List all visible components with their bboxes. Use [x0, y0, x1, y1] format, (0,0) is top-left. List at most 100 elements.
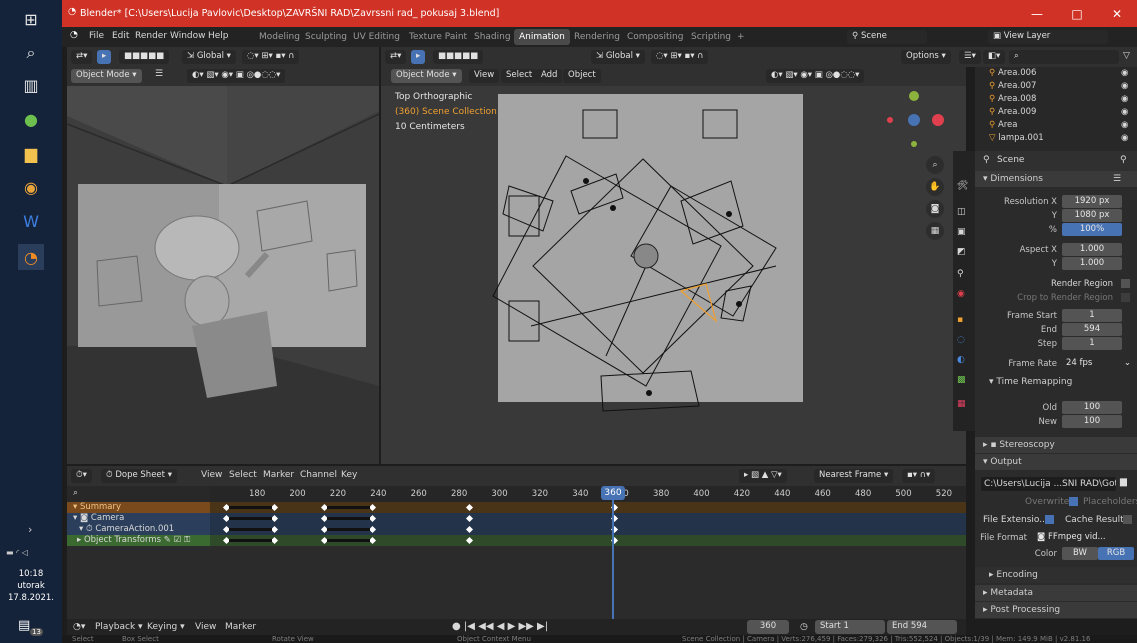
view-layer-tab-icon[interactable]: ◩: [957, 247, 966, 257]
menu-select[interactable]: Select: [501, 69, 538, 83]
cache-result-checkbox[interactable]: [1123, 515, 1132, 524]
visibility-eye-icon[interactable]: ◉: [1121, 119, 1128, 132]
tab-modeling[interactable]: Modeling: [254, 29, 305, 45]
word-icon[interactable]: W: [18, 208, 44, 234]
perspective-grid-icon[interactable]: ▦: [926, 222, 944, 240]
menu-dope-view[interactable]: View: [201, 470, 222, 480]
channel-search[interactable]: ⌕: [67, 486, 210, 502]
menu-help[interactable]: Help: [208, 31, 229, 41]
select-tool-icon-right[interactable]: ▸: [411, 50, 426, 64]
channel-camera[interactable]: ▾ ◙ Camera: [67, 513, 210, 524]
output-path-field[interactable]: C:\Users\Lucija ...SNI RAD\Gotovo\: [981, 477, 1116, 491]
menu-playback[interactable]: Playback ▾: [95, 622, 143, 632]
search-icon[interactable]: ⌕: [18, 40, 44, 66]
color-bw-button[interactable]: BW: [1062, 547, 1098, 560]
pivot-snap-icons-right[interactable]: ◌▾ ⊞▾ ▪▾ ∩: [651, 50, 709, 64]
menu-add[interactable]: Add: [536, 69, 563, 83]
add-workspace-icon[interactable]: +: [732, 29, 750, 45]
mode-dropdown[interactable]: Object Mode ▾: [71, 69, 142, 83]
scene-tab-icon[interactable]: ⚲: [957, 269, 964, 279]
menu-dope-channel[interactable]: Channel: [300, 470, 337, 480]
section-metadata[interactable]: ▸ Metadata: [975, 585, 1137, 601]
editor-type-dropdown-dope[interactable]: ⏱▾: [71, 469, 92, 483]
channel-summary[interactable]: ▾ Summary: [67, 502, 210, 513]
dope-filter-icons[interactable]: ▸ ▧ ▲ ▽▾: [739, 469, 787, 483]
outliner-item[interactable]: ⚲ Area.007 ◉: [975, 80, 1137, 93]
tray-icons[interactable]: ▬ ◜ ◁: [6, 548, 28, 557]
frame-end-field[interactable]: 594: [1062, 323, 1122, 336]
render-region-checkbox[interactable]: [1121, 279, 1130, 288]
clock-icon[interactable]: ◷: [800, 622, 808, 632]
menu-render[interactable]: Render: [135, 31, 167, 41]
clock[interactable]: 10:18 utorak 17.8.2021.: [0, 568, 62, 604]
pivot-snap-icons[interactable]: ◌▾ ⊞▾ ▪▾ ∩: [242, 50, 300, 64]
chevron-right-icon[interactable]: ›: [28, 523, 32, 536]
outliner-item[interactable]: ▽ lampa.001 ◉: [975, 132, 1137, 145]
physics-tab-icon[interactable]: ◐: [957, 355, 965, 365]
playhead[interactable]: [612, 486, 614, 619]
tab-sculpting[interactable]: Sculpting: [300, 29, 352, 45]
color-rgb-button[interactable]: RGB: [1098, 547, 1134, 560]
zoom-icon[interactable]: ⌕: [926, 156, 944, 174]
tab-shading[interactable]: Shading: [469, 29, 516, 45]
visibility-eye-icon[interactable]: ◉: [1121, 106, 1128, 119]
menu-edit[interactable]: Edit: [112, 31, 129, 41]
outliner-item[interactable]: ⚲ Area.006 ◉: [975, 67, 1137, 80]
remap-new-field[interactable]: 100: [1062, 415, 1122, 428]
minimize-button[interactable]: —: [1017, 0, 1057, 27]
object-tab-icon[interactable]: ▪: [957, 315, 963, 325]
snapping-dropdown[interactable]: Nearest Frame ▾: [814, 469, 894, 483]
pin-icon[interactable]: ⚲: [1120, 155, 1127, 165]
frame-start-field[interactable]: 1: [1062, 309, 1122, 322]
menu-keying[interactable]: Keying ▾: [147, 622, 185, 632]
outliner-editor-type[interactable]: ☰▾: [959, 50, 981, 64]
tab-animation[interactable]: Animation: [514, 29, 570, 45]
menu-dope-key[interactable]: Key: [341, 470, 357, 480]
outliner[interactable]: ⚲ Area.006 ◉ ⚲ Area.007 ◉ ⚲ Area.008 ◉ ⚲ Area.…: [975, 67, 1137, 151]
blender-menu-icon[interactable]: ◔: [70, 30, 78, 40]
tool-tab-icon[interactable]: 🛠: [957, 181, 968, 191]
frame-step-field[interactable]: 1: [1062, 337, 1122, 350]
tab-texture-paint[interactable]: Texture Paint: [404, 29, 472, 45]
aspect-y-field[interactable]: 1.000: [1062, 257, 1122, 270]
pan-hand-icon[interactable]: ✋: [926, 178, 944, 196]
outliner-display-mode[interactable]: ◧▾: [983, 50, 1006, 64]
folder-icon[interactable]: ▆: [1120, 477, 1127, 487]
presets-icon[interactable]: ☰: [1113, 171, 1121, 187]
timeline-start-field[interactable]: Start 1: [815, 620, 885, 634]
editor-type-dropdown-right[interactable]: ⇄▾: [385, 50, 407, 64]
section-dimensions[interactable]: ▾ Dimensions ☰: [975, 171, 1137, 187]
view-layer-selector[interactable]: ▣ View Layer: [988, 30, 1108, 44]
timeline-end-field[interactable]: End 594: [887, 620, 957, 634]
tab-uv-editing[interactable]: UV Editing: [348, 29, 405, 45]
navigation-gizmo[interactable]: [886, 90, 954, 150]
dope-sheet-editor[interactable]: ⏱▾ ⏱ Dope Sheet ▾ View Select Marker Cha…: [67, 466, 966, 619]
right-3d-viewport[interactable]: Top Orthographic (360) Scene Collection …: [381, 86, 966, 464]
section-output[interactable]: ▾ Output: [975, 454, 1137, 470]
options-dropdown[interactable]: Options ▾: [901, 50, 951, 64]
close-button[interactable]: ✕: [1097, 0, 1137, 27]
menu-view[interactable]: View: [469, 69, 500, 83]
menu-dope-marker[interactable]: Marker: [263, 470, 294, 480]
modifiers-tab-icon[interactable]: ◌: [957, 335, 965, 345]
menu-timeline-marker[interactable]: Marker: [225, 622, 256, 632]
aspect-x-field[interactable]: 1.000: [1062, 243, 1122, 256]
remap-old-field[interactable]: 100: [1062, 401, 1122, 414]
file-extensions-checkbox[interactable]: [1045, 515, 1054, 524]
scene-selector[interactable]: ⚲ Scene: [847, 30, 927, 44]
resolution-y-field[interactable]: 1080 px: [1062, 209, 1122, 222]
outliner-item[interactable]: ⚲ Area.009 ◉: [975, 106, 1137, 119]
current-frame-indicator[interactable]: 360: [601, 486, 625, 500]
windows-icon[interactable]: ⊞: [18, 6, 44, 32]
render-tab-icon[interactable]: ◫: [957, 207, 966, 217]
select-mode-icons-right[interactable]: ■■■■■: [433, 50, 484, 64]
constraints-tab-icon[interactable]: ▩: [957, 375, 966, 385]
visibility-eye-icon[interactable]: ◉: [1121, 93, 1128, 106]
time-remapping-header[interactable]: ▾ Time Remapping: [989, 377, 1072, 387]
file-format-dropdown[interactable]: ◙ FFmpeg vid...: [1033, 531, 1133, 544]
section-post-processing[interactable]: ▸ Post Processing: [975, 602, 1137, 618]
select-mode-icons[interactable]: ■■■■■: [119, 50, 170, 64]
mode-dropdown-right[interactable]: Object Mode ▾: [391, 69, 462, 83]
left-3d-viewport[interactable]: [67, 86, 379, 464]
notification-icon[interactable]: ▤ 13: [18, 618, 44, 640]
